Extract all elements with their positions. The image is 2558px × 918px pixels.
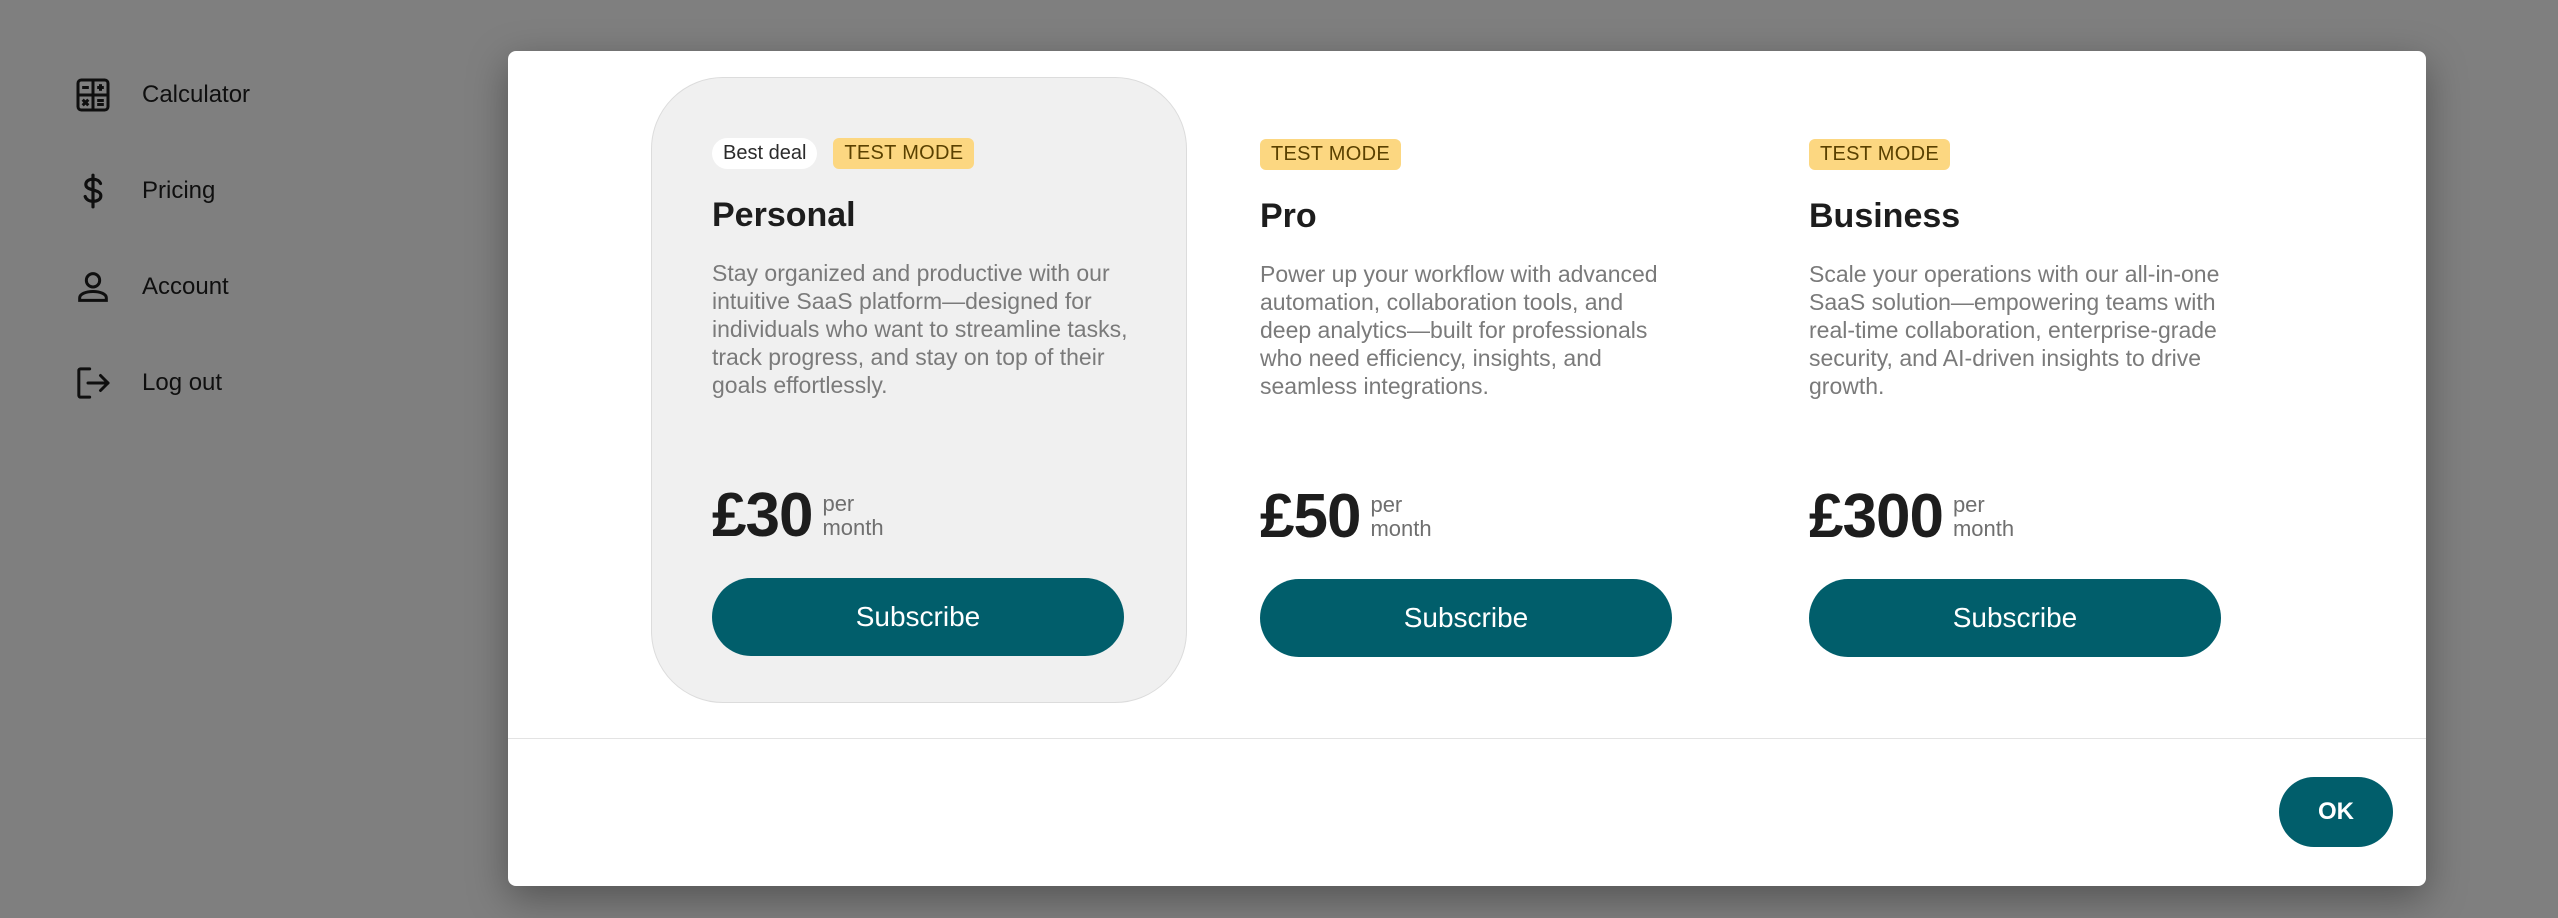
plan-price: £30 xyxy=(712,481,813,550)
plan-price: £300 xyxy=(1809,482,1944,551)
plan-period-line1: per xyxy=(1952,491,1985,517)
plan-price-row: £300 per month xyxy=(1809,481,2014,552)
plan-period: per month xyxy=(822,490,884,540)
plan-period-line1: per xyxy=(1370,491,1403,517)
plan-period-line2: month xyxy=(1952,515,2015,541)
plan-card-business: TEST MODE Business Scale your operations… xyxy=(1749,79,2285,705)
subscribe-button-pro[interactable]: Subscribe xyxy=(1260,579,1672,657)
plan-description: Power up your workflow with advanced aut… xyxy=(1260,261,1658,399)
plan-price-row: £30 per month xyxy=(712,480,884,551)
plan-price-row: £50 per month xyxy=(1260,481,1432,552)
plan-badges: Best deal TEST MODE xyxy=(712,138,975,169)
plan-description: Scale your operations with our all-in-on… xyxy=(1809,261,2220,399)
plan-period-line2: month xyxy=(1370,515,1432,541)
ok-button[interactable]: OK xyxy=(2279,777,2393,847)
test-mode-badge: TEST MODE xyxy=(833,138,975,169)
plan-card-personal: Best deal TEST MODE Personal Stay organi… xyxy=(651,77,1187,703)
subscribe-button-personal[interactable]: Subscribe xyxy=(712,578,1124,656)
plan-badges: TEST MODE xyxy=(1809,139,1951,170)
best-deal-badge: Best deal xyxy=(712,138,818,169)
app: Calculator Pricing Account xyxy=(0,0,2558,918)
plan-period: per month xyxy=(1952,491,2015,541)
dialog-divider xyxy=(508,738,2426,739)
plan-card-pro: TEST MODE Pro Power up your workflow wit… xyxy=(1200,79,1736,705)
plan-price: £50 xyxy=(1260,482,1361,551)
plan-name: Personal xyxy=(712,196,856,234)
plans-container: Best deal TEST MODE Personal Stay organi… xyxy=(508,51,2426,739)
pricing-dialog: Best deal TEST MODE Personal Stay organi… xyxy=(508,51,2426,886)
plan-period-line1: per xyxy=(822,490,855,516)
plan-period-line2: month xyxy=(822,514,884,540)
plan-badges: TEST MODE xyxy=(1260,139,1402,170)
plan-period: per month xyxy=(1370,491,1432,541)
plan-name: Business xyxy=(1809,197,1961,235)
test-mode-badge: TEST MODE xyxy=(1260,139,1402,170)
plan-description: Stay organized and productive with our i… xyxy=(712,260,1128,398)
subscribe-button-business[interactable]: Subscribe xyxy=(1809,579,2221,657)
test-mode-badge: TEST MODE xyxy=(1809,139,1951,170)
plan-name: Pro xyxy=(1260,197,1317,235)
